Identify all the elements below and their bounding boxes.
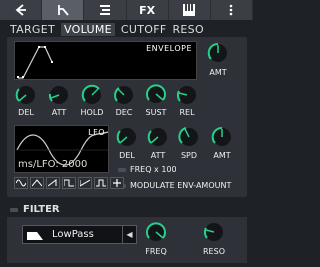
ramp-wave-icon <box>80 179 90 187</box>
filter-type-arrow-button[interactable]: ◀ <box>122 226 136 243</box>
env-dec-knob[interactable] <box>113 84 135 106</box>
freq-x100-label: FREQ x 100 <box>130 165 177 174</box>
envelope-tab-button[interactable] <box>42 0 85 20</box>
step-wave-icon <box>96 179 106 187</box>
lfo-graph[interactable]: LFO ms/LFO: 2000 <box>14 125 109 173</box>
lfo-del-label: DEL <box>119 151 135 160</box>
filter-enable-led[interactable] <box>10 207 18 212</box>
wave-step-button[interactable] <box>94 177 108 189</box>
filter-header[interactable]: FILTER <box>10 204 60 215</box>
target-tabs: TARGET VOLUME CUTOFF RESO <box>10 22 204 36</box>
lfo-rate-text: ms/LFO: 2000 <box>18 159 88 170</box>
triangle-wave-icon <box>32 179 42 187</box>
plus-icon <box>113 179 121 187</box>
filter-freq-label: FREQ <box>145 247 167 256</box>
wave-square-button[interactable] <box>62 177 76 189</box>
fx-label: FX <box>139 3 156 17</box>
wave-sine-button[interactable] <box>14 177 28 189</box>
filter-reso-label: RESO <box>203 247 225 256</box>
envelope-label: ENVELOPE <box>146 44 192 53</box>
filter-type-name: LowPass <box>52 229 94 240</box>
lfo-del-knob[interactable] <box>116 126 138 148</box>
fx-button[interactable]: FX <box>127 0 169 20</box>
sine-wave-icon <box>16 179 26 187</box>
square-wave-icon <box>64 179 74 187</box>
freq-x100-led <box>118 167 126 172</box>
env-del-knob[interactable] <box>15 84 37 106</box>
env-hold-label: HOLD <box>80 108 104 117</box>
filter-type-select[interactable]: LowPass ◀ <box>22 225 137 244</box>
menu-dots-icon <box>230 4 233 16</box>
env-sust-knob[interactable] <box>145 83 167 105</box>
lfo-amt-label: AMT <box>213 151 231 160</box>
eq-bars-icon <box>99 5 110 15</box>
wave-saw-button[interactable] <box>46 177 60 189</box>
tab-reso[interactable]: RESO <box>172 23 203 36</box>
menu-button[interactable] <box>211 0 254 20</box>
env-att-label: ATT <box>51 108 67 117</box>
lfo-spd-knob[interactable] <box>178 126 200 148</box>
modulate-env-toggle[interactable]: MODULATE ENV-AMOUNT <box>118 181 231 190</box>
tab-cutoff[interactable]: CUTOFF <box>121 23 167 36</box>
wave-triangle-button[interactable] <box>30 177 44 189</box>
envelope-amt-label: AMT <box>209 68 227 77</box>
env-dec-label: DEC <box>115 108 133 117</box>
env-rel-label: REL <box>179 108 195 117</box>
saw-wave-icon <box>48 179 57 187</box>
tab-volume[interactable]: VOLUME <box>61 22 115 36</box>
env-del-label: DEL <box>18 108 34 117</box>
piano-button[interactable] <box>169 0 211 20</box>
wave-custom-button[interactable] <box>110 177 124 189</box>
back-button[interactable] <box>0 0 43 20</box>
env-sust-label: SUST <box>145 108 167 117</box>
piano-icon <box>183 4 196 16</box>
modulate-env-label: MODULATE ENV-AMOUNT <box>130 181 232 190</box>
env-rel-knob[interactable] <box>176 84 198 106</box>
envelope-amt-knob[interactable] <box>207 42 229 64</box>
arrow-left-icon <box>15 4 26 16</box>
eq-button[interactable] <box>84 0 127 20</box>
lfo-att-label: ATT <box>150 151 166 160</box>
tab-target: TARGET <box>10 22 56 36</box>
lfo-spd-label: SPD <box>180 151 198 160</box>
envelope-graph[interactable]: ENVELOPE <box>14 41 197 80</box>
filter-title: FILTER <box>23 204 60 215</box>
filter-reso-knob[interactable] <box>203 221 225 243</box>
lfo-label: LFO <box>88 128 105 137</box>
env-hold-knob[interactable] <box>81 84 103 106</box>
lowpass-shape-icon <box>27 231 43 240</box>
envelope-shape-icon <box>57 5 69 16</box>
freq-x100-toggle[interactable]: FREQ x 100 <box>118 165 177 174</box>
filter-freq-knob[interactable] <box>145 221 167 243</box>
lfo-amt-knob[interactable] <box>211 126 233 148</box>
lfo-att-knob[interactable] <box>147 126 169 148</box>
toolbar: FX <box>0 0 254 20</box>
wave-ramp-button[interactable] <box>78 177 92 189</box>
lfo-wave-selector <box>14 177 124 189</box>
env-att-knob[interactable] <box>48 84 70 106</box>
